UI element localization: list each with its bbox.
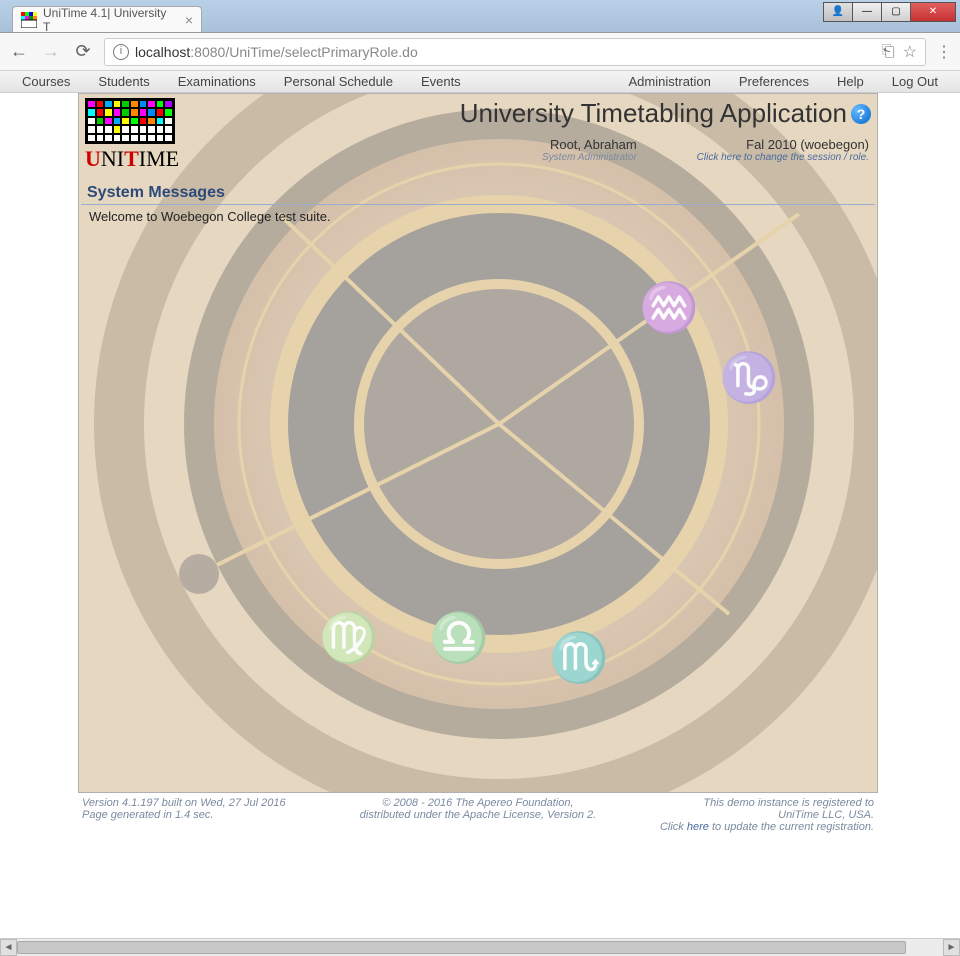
menu-events[interactable]: Events [407,71,475,92]
system-messages-body: Welcome to Woebegon College test suite. [79,205,877,228]
menu-logout[interactable]: Log Out [878,71,952,92]
url-path: /UniTime/selectPrimaryRole.do [225,44,417,60]
footer-copyright1: © 2008 - 2016 The Apereo Foundation, [346,797,610,809]
help-icon[interactable]: ? [851,104,871,124]
app-menubar: Courses Students Examinations Personal S… [0,71,960,93]
user-role: System Administrator [542,152,637,163]
session-label: Fal 2010 (woebegon) [697,137,869,152]
logo[interactable]: UNITIME [85,98,195,172]
logo-text: UNITIME [85,146,195,172]
forward-button: → [40,41,62,62]
menu-help[interactable]: Help [823,71,878,92]
menu-examinations[interactable]: Examinations [164,71,270,92]
footer-reg3: Click here to update the current registr… [610,821,874,833]
bookmark-star-icon[interactable]: ☆ [903,42,917,62]
horizontal-scrollbar[interactable]: ◄ ► [0,938,960,955]
tab-title: UniTime 4.1| University T [43,6,173,34]
minimize-button[interactable]: — [852,2,882,22]
address-bar: ← → ⟳ i localhost:8080/UniTime/selectPri… [0,33,960,71]
user-switch-button[interactable]: 👤 [823,2,853,22]
user-info: Root, Abraham System Administrator [542,137,637,163]
maximize-button[interactable]: ▢ [881,2,911,22]
scroll-track[interactable] [17,939,943,956]
scroll-thumb[interactable] [17,941,906,954]
translate-icon[interactable]: ⎗ [882,43,895,61]
menu-students[interactable]: Students [84,71,163,92]
session-info[interactable]: Fal 2010 (woebegon) Click here to change… [697,137,869,163]
menu-personal-schedule[interactable]: Personal Schedule [270,71,407,92]
menu-courses[interactable]: Courses [8,71,84,92]
browser-tab[interactable]: UniTime 4.1| University T × [12,6,202,32]
footer-reg2: UniTime LLC, USA. [610,809,874,821]
app-header: UNITIME University Timetabling Applicati… [79,94,877,174]
app-frame: ♒ ♏ ♍ ♎ ♑ [78,93,878,793]
page-footer: Version 4.1.197 built on Wed, 27 Jul 201… [78,795,878,835]
browser-menu-icon[interactable]: ⋮ [936,42,952,62]
site-info-icon[interactable]: i [113,44,129,60]
tab-close-icon[interactable]: × [185,12,193,28]
footer-copyright2: distributed under the Apache License, Ve… [346,809,610,821]
favicon-icon [21,12,37,28]
page-content: Courses Students Examinations Personal S… [0,71,960,938]
footer-version: Version 4.1.197 built on Wed, 27 Jul 201… [82,797,346,809]
url-port: :8080 [190,44,225,60]
scroll-right-icon[interactable]: ► [943,939,960,956]
menu-administration[interactable]: Administration [615,71,725,92]
footer-reg1: This demo instance is registered to [610,797,874,809]
tab-strip: UniTime 4.1| University T × 👤 — ▢ ✕ [0,0,960,33]
footer-update-registration-link[interactable]: here [687,821,709,833]
url-input[interactable]: i localhost:8080/UniTime/selectPrimaryRo… [104,38,926,66]
logo-grid-icon [85,98,175,144]
app-title: University Timetabling Application [460,98,847,129]
window-controls: 👤 — ▢ ✕ [824,2,956,22]
menu-preferences[interactable]: Preferences [725,71,823,92]
back-button[interactable]: ← [8,41,30,62]
close-button[interactable]: ✕ [910,2,956,22]
change-session-link[interactable]: Click here to change the session / role. [697,152,869,163]
browser-window: UniTime 4.1| University T × 👤 — ▢ ✕ ← → … [0,0,960,955]
system-messages-heading: System Messages [81,174,875,205]
user-name: Root, Abraham [542,137,637,152]
footer-gentime: Page generated in 1.4 sec. [82,809,346,821]
reload-button[interactable]: ⟳ [72,41,94,62]
scroll-left-icon[interactable]: ◄ [0,939,17,956]
url-host: localhost [135,44,190,60]
